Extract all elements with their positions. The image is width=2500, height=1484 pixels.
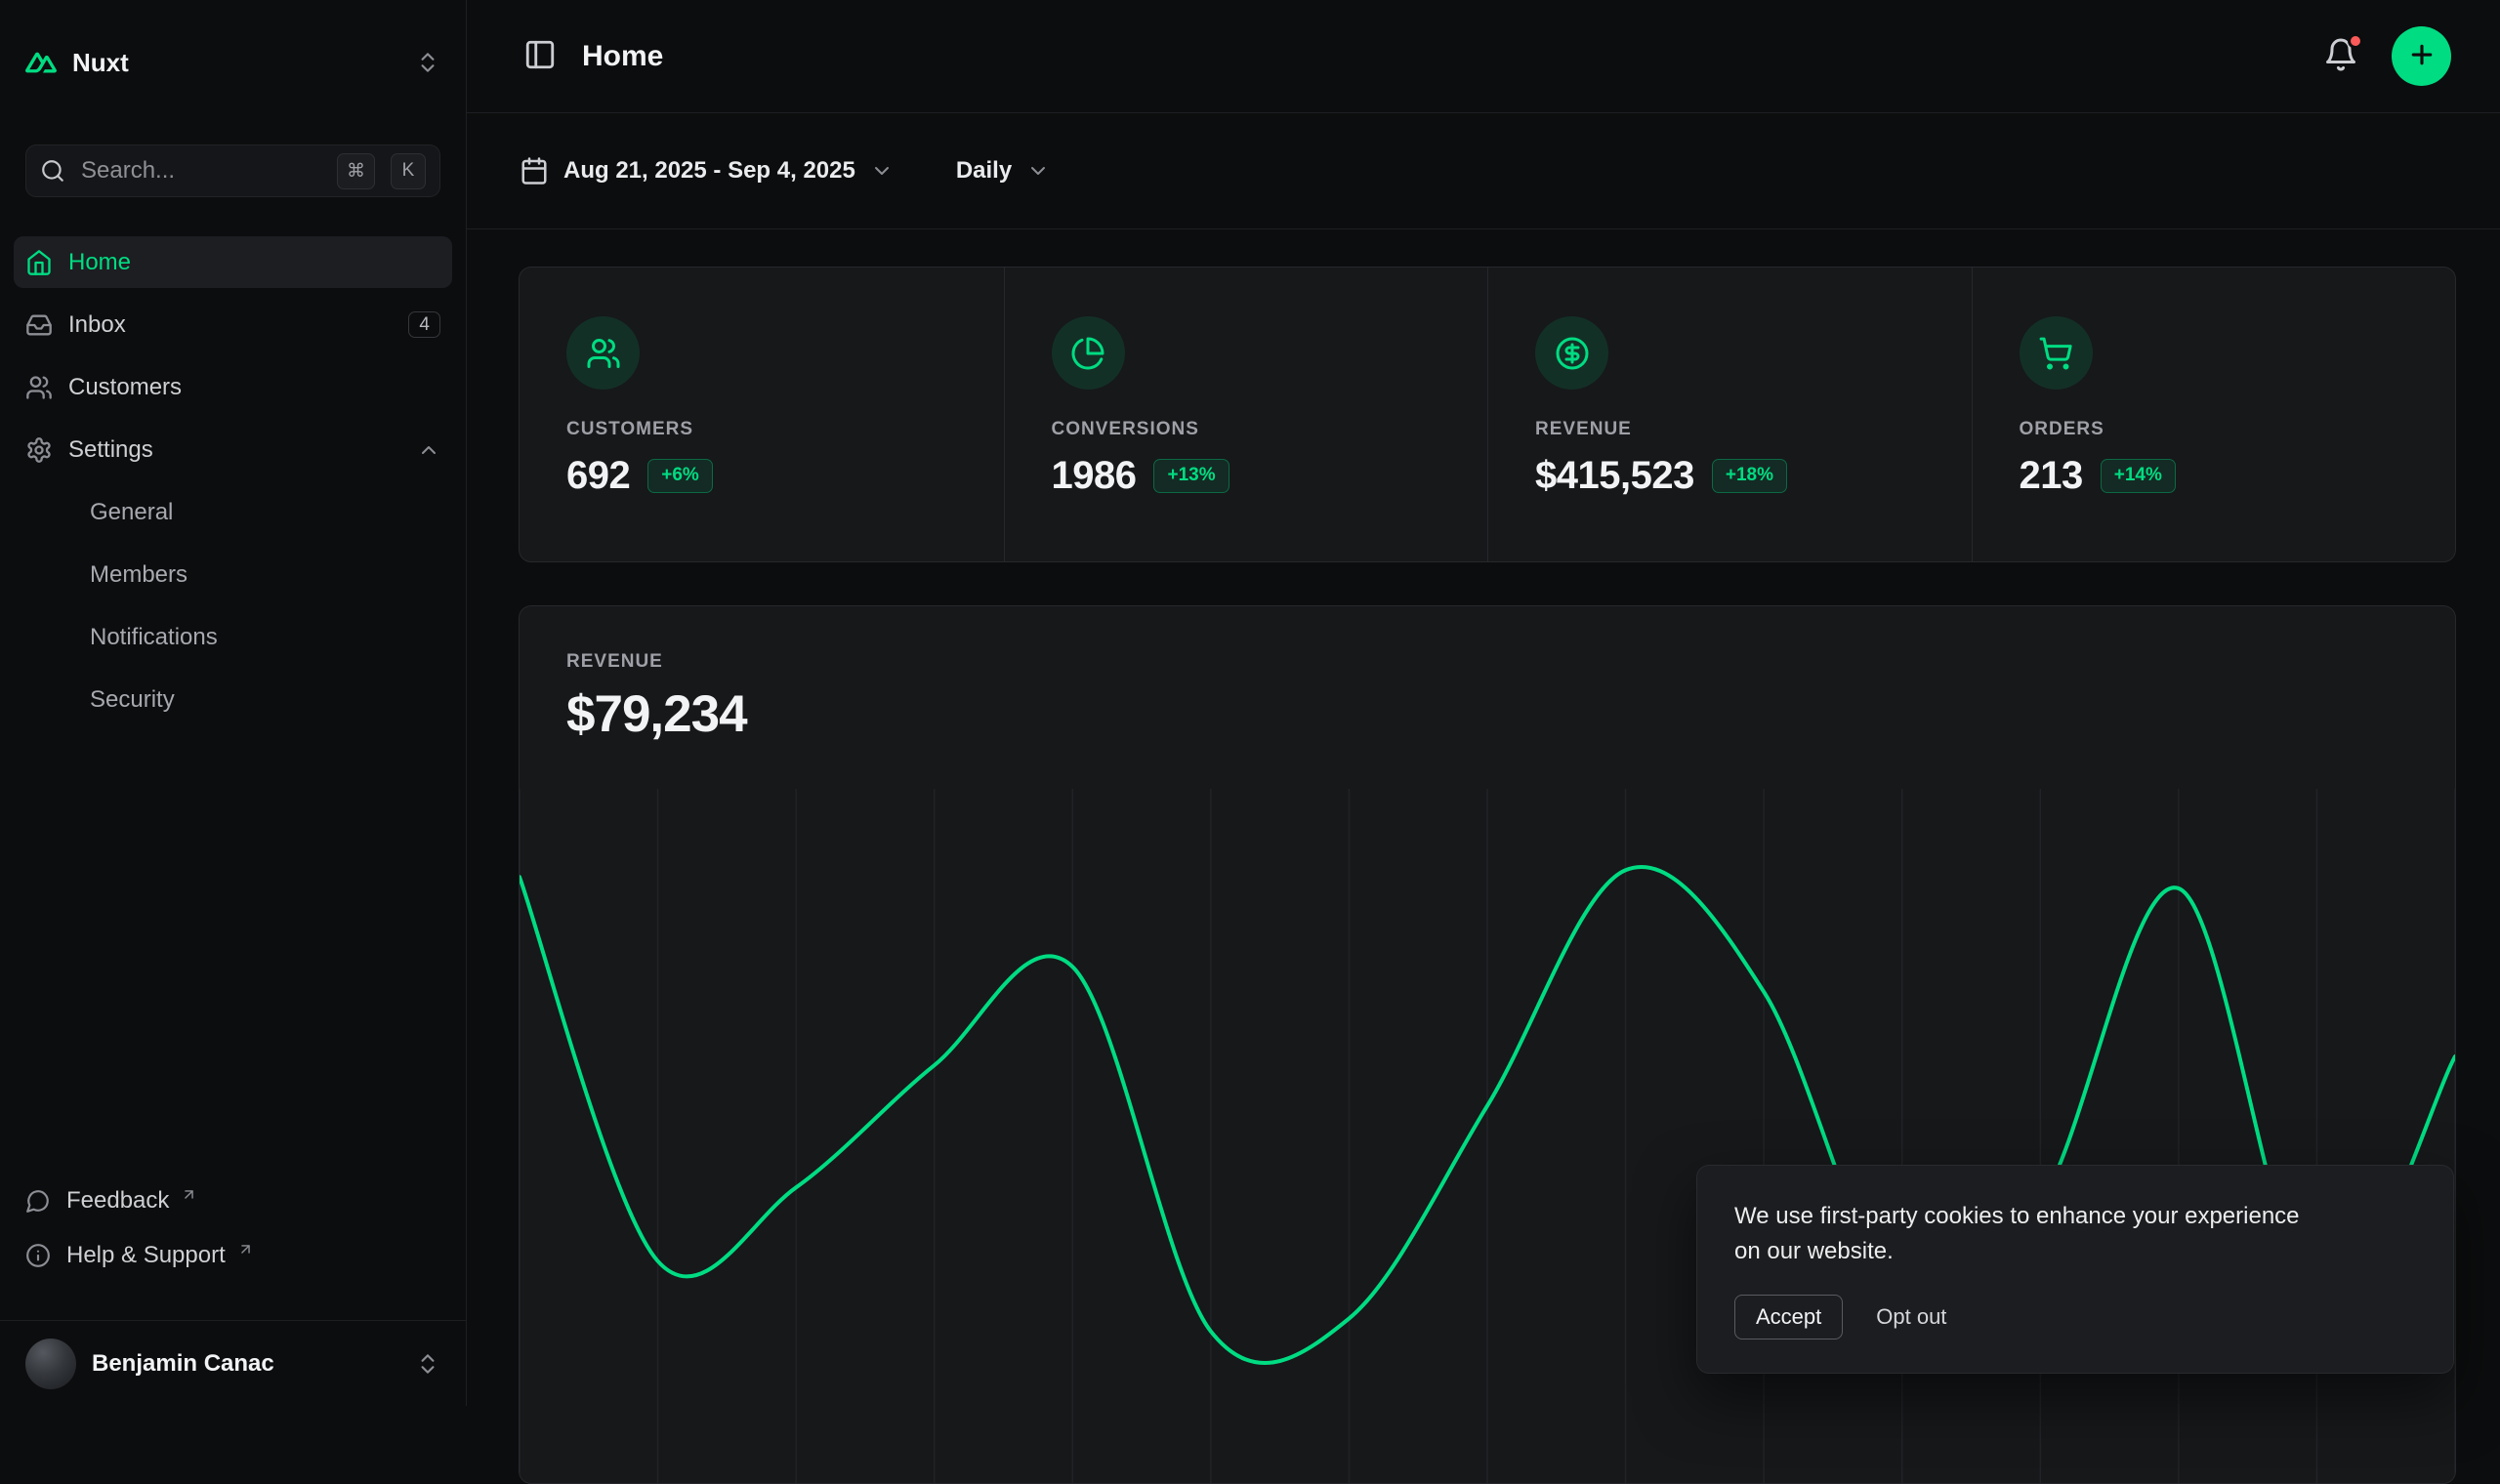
revenue-card-header: REVENUE $79,234 bbox=[520, 606, 2455, 744]
shopping-cart-icon bbox=[2020, 316, 2093, 390]
sidebar: Nuxt Search... ⌘ K Home bbox=[0, 0, 467, 1406]
circle-dollar-icon bbox=[1535, 316, 1608, 390]
period-label: Daily bbox=[956, 157, 1012, 185]
revenue-label: REVENUE bbox=[566, 651, 2408, 673]
cookie-accept-button[interactable]: Accept bbox=[1734, 1295, 1843, 1340]
cookie-actions: Accept Opt out bbox=[1734, 1295, 2416, 1340]
sidebar-footer: Feedback Help & Support bbox=[14, 1176, 452, 1286]
external-link-icon bbox=[237, 1241, 254, 1257]
search-icon bbox=[40, 158, 65, 184]
sidebar-child-label: Notifications bbox=[90, 624, 218, 651]
sidebar-item-home[interactable]: Home bbox=[14, 236, 452, 288]
help-support-link[interactable]: Help & Support bbox=[14, 1231, 452, 1280]
sidebar-item-notifications[interactable]: Notifications bbox=[14, 611, 452, 663]
workspace-name: Nuxt bbox=[72, 48, 129, 78]
feedback-link[interactable]: Feedback bbox=[14, 1176, 452, 1225]
avatar bbox=[25, 1339, 76, 1389]
info-circle-icon bbox=[25, 1243, 51, 1268]
sidebar-item-security[interactable]: Security bbox=[14, 674, 452, 725]
cookie-banner: We use first-party cookies to enhance yo… bbox=[1696, 1165, 2454, 1374]
sidebar-item-label: Inbox bbox=[68, 311, 126, 339]
help-support-label: Help & Support bbox=[66, 1242, 226, 1269]
message-bubble-icon bbox=[25, 1188, 51, 1214]
sidebar-item-members[interactable]: Members bbox=[14, 549, 452, 600]
inbox-icon bbox=[25, 311, 53, 339]
period-select[interactable]: Daily bbox=[956, 157, 1050, 185]
stat-label: ORDERS bbox=[2020, 419, 2409, 440]
users-icon bbox=[25, 374, 53, 401]
stats-row: CUSTOMERS 692 +6% CONVERSIONS 1986 +13% bbox=[519, 267, 2456, 562]
sidebar-item-label: Settings bbox=[68, 436, 153, 464]
gear-icon bbox=[25, 436, 53, 464]
search-input[interactable]: Search... ⌘ K bbox=[25, 144, 440, 197]
sidebar-child-label: General bbox=[90, 499, 173, 526]
user-menu[interactable]: Benjamin Canac bbox=[0, 1320, 466, 1406]
stat-label: CONVERSIONS bbox=[1052, 419, 1441, 440]
revenue-total: $79,234 bbox=[566, 684, 2408, 744]
chevrons-up-down-icon bbox=[415, 1351, 440, 1377]
sidebar-nav: Home Inbox 4 Customers Settings bbox=[14, 236, 452, 736]
chart-pie-icon bbox=[1052, 316, 1125, 390]
nuxt-logo-icon bbox=[25, 47, 57, 78]
users-icon bbox=[566, 316, 640, 390]
sidebar-item-settings[interactable]: Settings bbox=[14, 424, 452, 475]
stat-change-badge: +14% bbox=[2101, 459, 2176, 493]
cookie-optout-button[interactable]: Opt out bbox=[1876, 1304, 1946, 1330]
stat-change-badge: +13% bbox=[1153, 459, 1229, 493]
stat-value: 692 bbox=[566, 454, 630, 498]
workspace-switcher[interactable]: Nuxt bbox=[14, 33, 452, 92]
revenue-line-chart bbox=[520, 789, 2455, 1483]
inbox-count-badge: 4 bbox=[408, 311, 440, 338]
stat-conversions: CONVERSIONS 1986 +13% bbox=[1004, 268, 1488, 561]
date-range-label: Aug 21, 2025 - Sep 4, 2025 bbox=[563, 157, 855, 185]
stat-change-badge: +6% bbox=[647, 459, 713, 493]
sidebar-toggle-button[interactable] bbox=[520, 34, 561, 78]
calendar-icon bbox=[520, 156, 549, 186]
stat-value: 1986 bbox=[1052, 454, 1137, 498]
filter-bar: Aug 21, 2025 - Sep 4, 2025 Daily bbox=[467, 113, 2500, 229]
stat-orders: ORDERS 213 +14% bbox=[1972, 268, 2456, 561]
notifications-button[interactable] bbox=[2319, 33, 2362, 79]
stat-revenue: REVENUE $415,523 +18% bbox=[1487, 268, 1972, 561]
stat-value: $415,523 bbox=[1535, 454, 1694, 498]
stat-label: REVENUE bbox=[1535, 419, 1925, 440]
kbd-k: K bbox=[391, 153, 426, 189]
notification-dot bbox=[2348, 33, 2363, 49]
chevrons-up-down-icon bbox=[415, 50, 440, 75]
external-link-icon bbox=[181, 1186, 197, 1203]
sidebar-item-customers[interactable]: Customers bbox=[14, 361, 452, 413]
topbar-actions bbox=[2319, 26, 2451, 86]
page-title: Home bbox=[582, 40, 663, 73]
chevron-up-icon bbox=[417, 438, 440, 462]
cookie-message: We use first-party cookies to enhance yo… bbox=[1734, 1199, 2301, 1269]
stat-value: 213 bbox=[2020, 454, 2083, 498]
sidebar-item-label: Customers bbox=[68, 374, 182, 401]
sidebar-item-inbox[interactable]: Inbox 4 bbox=[14, 299, 452, 350]
chevron-down-icon bbox=[870, 159, 894, 183]
date-range-picker[interactable]: Aug 21, 2025 - Sep 4, 2025 bbox=[520, 156, 894, 186]
home-icon bbox=[25, 249, 53, 276]
panel-left-icon bbox=[523, 38, 557, 74]
sidebar-item-label: Home bbox=[68, 249, 131, 276]
chevron-down-icon bbox=[1026, 159, 1050, 183]
sidebar-child-label: Members bbox=[90, 561, 188, 589]
sidebar-child-label: Security bbox=[90, 686, 175, 714]
kbd-meta: ⌘ bbox=[337, 153, 375, 189]
user-name: Benjamin Canac bbox=[92, 1350, 274, 1378]
feedback-label: Feedback bbox=[66, 1187, 169, 1215]
plus-icon bbox=[2407, 40, 2437, 72]
add-button[interactable] bbox=[2392, 26, 2451, 86]
stat-customers: CUSTOMERS 692 +6% bbox=[520, 268, 1004, 561]
sidebar-spacer bbox=[0, 736, 466, 1176]
sidebar-item-general[interactable]: General bbox=[14, 486, 452, 538]
topbar: Home bbox=[467, 0, 2500, 113]
stat-label: CUSTOMERS bbox=[566, 419, 957, 440]
search-placeholder: Search... bbox=[81, 157, 321, 185]
stat-change-badge: +18% bbox=[1712, 459, 1787, 493]
